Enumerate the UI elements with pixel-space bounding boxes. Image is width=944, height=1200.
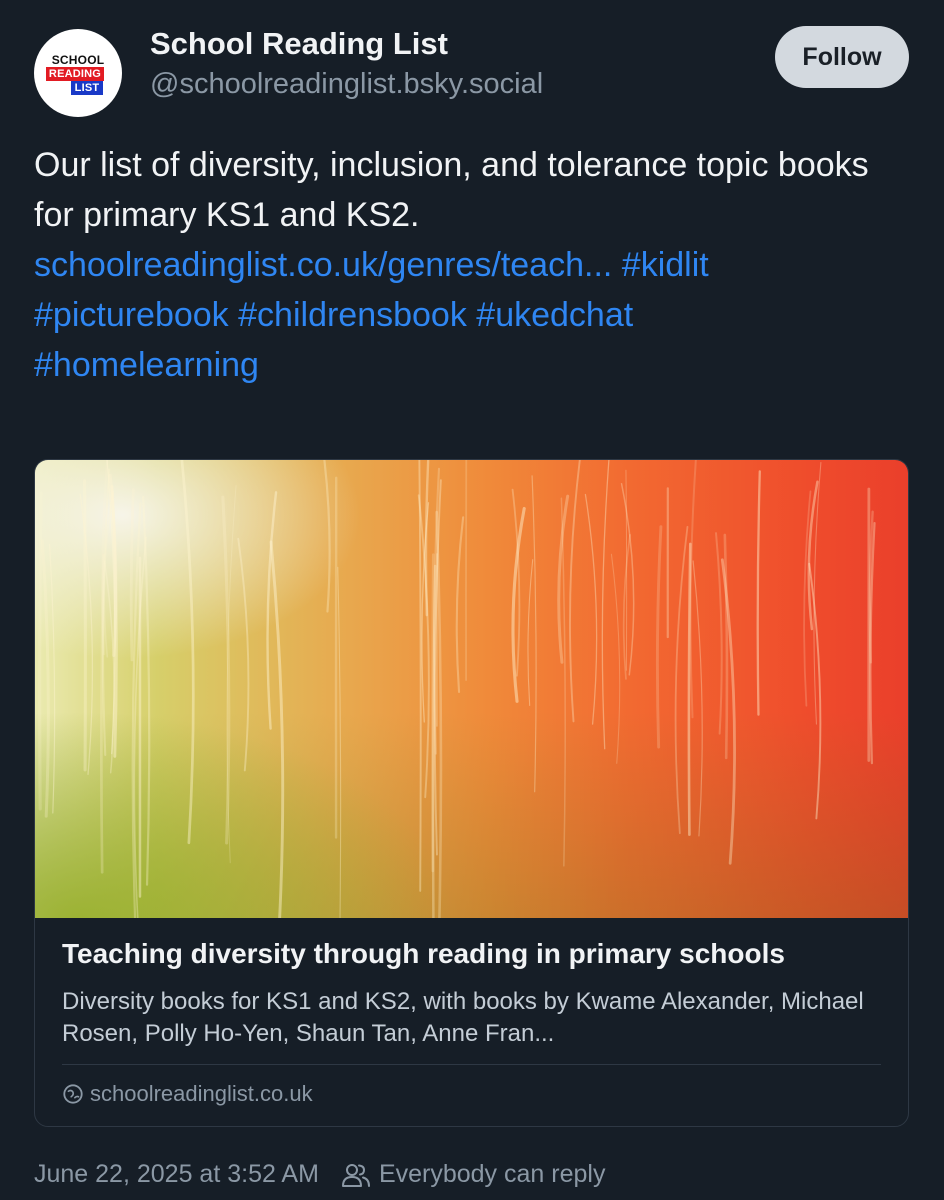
image-streak — [692, 560, 703, 837]
image-streak — [129, 487, 135, 662]
image-streak — [323, 460, 331, 613]
image-streak — [237, 537, 250, 772]
image-streak — [269, 540, 285, 918]
people-icon — [341, 1163, 370, 1187]
image-streak — [180, 460, 195, 845]
post-footer: June 22, 2025 at 3:52 AM Everybody can r… — [34, 1160, 605, 1189]
author-handle[interactable]: @schoolreadinglist.bsky.social — [150, 68, 543, 101]
post-link[interactable]: schoolreadinglist.co.uk/genres/teach... — [34, 246, 612, 284]
link-card-domain: schoolreadinglist.co.uk — [62, 1081, 313, 1107]
link-card-image — [35, 460, 908, 918]
follow-button[interactable]: Follow — [775, 26, 909, 88]
logo-word-1: SCHOOL — [48, 53, 108, 67]
post-body: Our list of diversity, inclusion, and to… — [34, 146, 869, 234]
hashtag-childrensbook[interactable]: #childrensbook — [238, 296, 467, 334]
hashtag-picturebook[interactable]: #picturebook — [34, 296, 229, 334]
image-streak — [720, 558, 736, 865]
image-streak — [610, 553, 621, 764]
image-streak — [83, 479, 87, 772]
link-card-title: Teaching diversity through reading in pr… — [62, 938, 785, 969]
reply-setting-label: Everybody can reply — [378, 1160, 606, 1188]
link-card-domain-text: schoolreadinglist.co.uk — [90, 1081, 313, 1106]
image-streak — [49, 543, 56, 814]
globe-icon — [63, 1084, 83, 1104]
image-streak — [337, 566, 342, 918]
image-streak — [723, 533, 729, 760]
logo-word-3: LIST — [70, 81, 104, 95]
image-streak — [527, 559, 534, 706]
reply-setting[interactable]: Everybody can reply — [341, 1160, 606, 1189]
image-streak — [418, 460, 422, 892]
image-streak — [715, 532, 723, 735]
hashtag-homelearning[interactable]: #homelearning — [34, 346, 259, 384]
image-streak — [674, 525, 689, 835]
author-name[interactable]: School Reading List — [150, 26, 448, 62]
school-reading-list-logo: SCHOOL READING LIST — [45, 53, 108, 95]
image-streak — [689, 460, 697, 719]
link-card-description: Diversity books for KS1 and KS2, with bo… — [62, 988, 864, 1047]
link-card[interactable]: Teaching diversity through reading in pr… — [34, 459, 909, 1127]
hashtag-ukedchat[interactable]: #ukedchat — [476, 296, 633, 334]
image-texture — [35, 460, 876, 918]
post-text: Our list of diversity, inclusion, and to… — [34, 140, 914, 390]
post-timestamp[interactable]: June 22, 2025 at 3:52 AM — [34, 1160, 319, 1189]
avatar[interactable]: SCHOOL READING LIST — [34, 29, 122, 117]
image-streak — [455, 516, 465, 693]
image-streak — [40, 539, 50, 818]
image-streak — [756, 470, 761, 716]
image-streak — [601, 460, 610, 750]
image-streak — [584, 493, 598, 725]
image-streak — [655, 525, 663, 749]
image-streak — [569, 460, 581, 723]
hashtag-kidlit[interactable]: #kidlit — [622, 246, 709, 284]
link-card-divider — [62, 1064, 881, 1065]
image-streak — [266, 491, 278, 730]
logo-word-2: READING — [45, 67, 105, 81]
image-streak — [531, 475, 537, 793]
